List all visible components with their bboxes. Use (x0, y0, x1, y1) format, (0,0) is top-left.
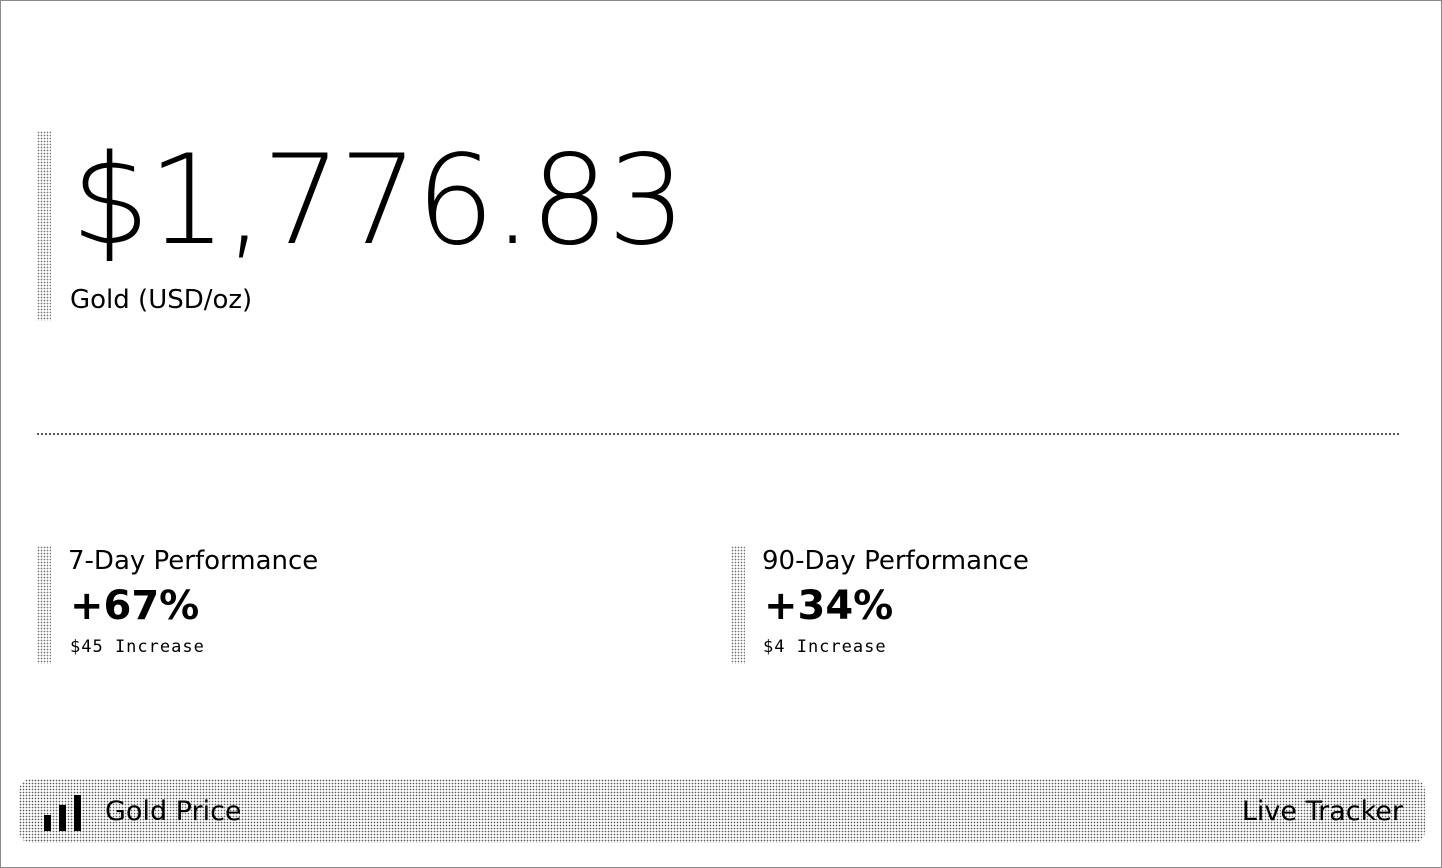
ninety-day-performance-title: 90-Day Performance (762, 546, 1029, 576)
seven-day-performance-title: 7-Day Performance (68, 546, 319, 576)
ninety-day-performance-value: +34% (764, 583, 894, 629)
footer-live-tracker-label: Live Tracker (1241, 796, 1403, 827)
gold-price-widget: $1,776.83 Gold (USD/oz) 7-Day Performanc… (0, 0, 1442, 868)
seven-day-performance-value: +67% (70, 583, 200, 629)
ninety-day-accent-bar (731, 546, 745, 664)
bar-chart-icon (44, 795, 81, 831)
section-divider (37, 433, 1399, 435)
seven-day-accent-bar (37, 546, 51, 664)
footer-bar: Gold Price Live Tracker (19, 779, 1425, 843)
footer-title: Gold Price (105, 796, 242, 827)
gold-price-value: $1,776.83 (71, 129, 686, 273)
seven-day-performance-detail: $45 Increase (70, 637, 205, 657)
gold-price-label: Gold (USD/oz) (70, 285, 253, 315)
price-accent-bar (37, 131, 51, 321)
ninety-day-performance-detail: $4 Increase (763, 637, 887, 657)
